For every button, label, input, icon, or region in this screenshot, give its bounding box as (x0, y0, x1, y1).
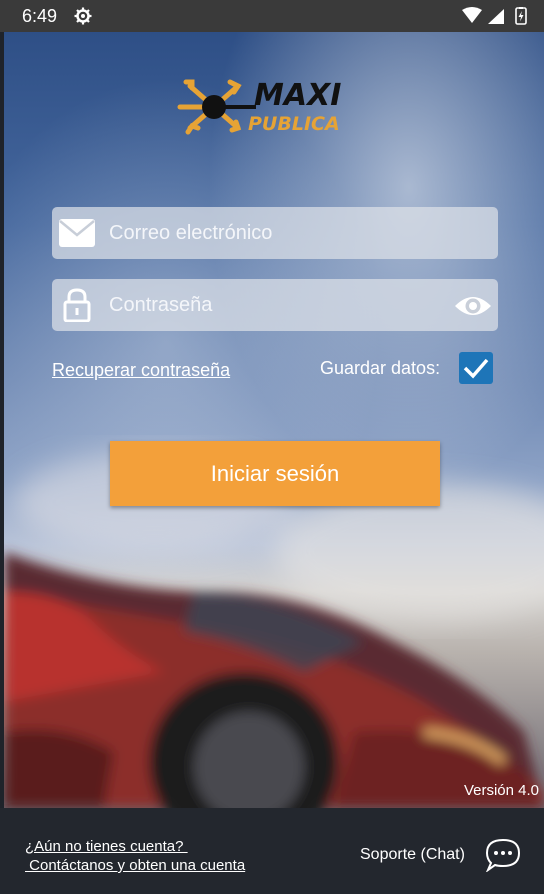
check-icon (463, 358, 489, 379)
account-line-1: ¿Aún no tienes cuenta? (25, 838, 188, 855)
lock-icon (63, 288, 91, 322)
password-field[interactable]: Contraseña (52, 279, 498, 331)
recover-password-link[interactable]: Recuperar contraseña (52, 360, 230, 381)
battery-icon (515, 7, 527, 25)
signal-icon (488, 9, 504, 24)
wifi-icon (462, 7, 482, 23)
svg-text:PUBLICA: PUBLICA (248, 113, 340, 135)
create-account-link[interactable]: ¿Aún no tienes cuenta? Contáctanos y obt… (25, 837, 245, 875)
save-data-checkbox[interactable] (459, 352, 493, 384)
support-chat-label[interactable]: Soporte (Chat) (360, 846, 465, 864)
eye-icon[interactable] (454, 291, 492, 321)
maxipublica-logo: MAXI PUBLICA (177, 78, 341, 135)
status-time: 6:49 (22, 6, 58, 26)
email-field[interactable]: Correo electrónico (52, 207, 498, 259)
version-label: Versión 4.0 (463, 782, 539, 799)
status-bar: 6:49 (0, 0, 544, 32)
gear-icon (74, 7, 92, 25)
save-data-label: Guardar datos: (320, 358, 441, 378)
login-button[interactable]: Iniciar sesión (110, 441, 440, 506)
status-icons (462, 7, 527, 25)
account-line-2: Contáctanos y obten una cuenta (25, 857, 246, 874)
email-placeholder: Correo electrónico (109, 222, 273, 244)
car-image (4, 452, 544, 808)
email-icon (59, 219, 95, 247)
footer: ¿Aún no tienes cuenta? Contáctanos y obt… (0, 808, 544, 894)
chat-icon[interactable] (485, 838, 521, 872)
password-placeholder: Contraseña (109, 294, 213, 316)
background-image (4, 32, 544, 808)
svg-text:MAXI: MAXI (254, 78, 341, 113)
